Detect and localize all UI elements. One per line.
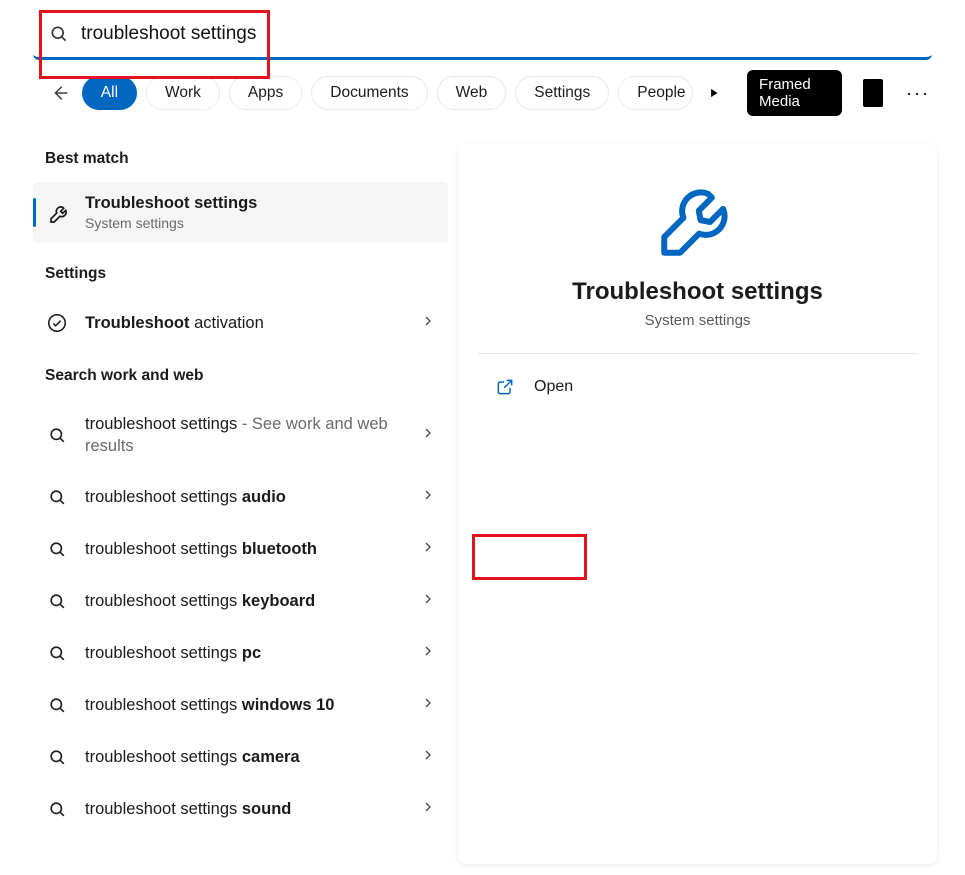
chevron-right-icon bbox=[420, 643, 436, 664]
search-bar[interactable] bbox=[33, 10, 932, 60]
web-result-item[interactable]: troubleshoot settings windows 10 bbox=[33, 680, 448, 732]
web-result-item[interactable]: troubleshoot settings bluetooth bbox=[33, 524, 448, 576]
search-icon bbox=[45, 642, 69, 666]
filter-tabs: All Work Apps Documents Web Settings Peo… bbox=[0, 60, 965, 124]
best-match-title: Troubleshoot settings bbox=[85, 194, 257, 213]
web-result-item[interactable]: troubleshoot settings camera bbox=[33, 732, 448, 784]
back-button[interactable] bbox=[48, 76, 73, 110]
web-result-item[interactable]: troubleshoot settings audio bbox=[33, 472, 448, 524]
wrench-icon bbox=[47, 200, 73, 226]
search-work-web-header: Search work and web bbox=[33, 349, 448, 399]
content-area: Best match Troubleshoot settings System … bbox=[0, 124, 965, 864]
best-match-item[interactable]: Troubleshoot settings System settings bbox=[33, 182, 448, 243]
best-match-header: Best match bbox=[33, 144, 448, 182]
chevron-right-icon bbox=[420, 539, 436, 560]
web-result-label: troubleshoot settings camera bbox=[85, 746, 420, 768]
web-result-label: troubleshoot settings sound bbox=[85, 798, 420, 820]
search-icon bbox=[45, 423, 69, 447]
web-result-label: troubleshoot settings pc bbox=[85, 642, 420, 664]
web-result-item[interactable]: troubleshoot settings sound bbox=[33, 784, 448, 836]
more-options-button[interactable]: ··· bbox=[906, 83, 930, 104]
open-label: Open bbox=[534, 378, 573, 396]
search-icon bbox=[45, 590, 69, 614]
divider bbox=[478, 353, 917, 354]
web-result-label: troubleshoot settings keyboard bbox=[85, 590, 420, 612]
tab-work[interactable]: Work bbox=[146, 76, 220, 110]
search-icon bbox=[45, 694, 69, 718]
settings-item-label: Troubleshoot activation bbox=[85, 312, 420, 334]
checkmark-circle-icon bbox=[45, 311, 69, 335]
chevron-right-icon bbox=[420, 425, 436, 446]
web-result-item[interactable]: troubleshoot settings keyboard bbox=[33, 576, 448, 628]
tab-all[interactable]: All bbox=[82, 76, 137, 110]
chevron-right-icon bbox=[420, 799, 436, 820]
chevron-right-icon bbox=[420, 313, 436, 334]
best-match-subtitle: System settings bbox=[85, 215, 257, 231]
web-result-label: troubleshoot settings windows 10 bbox=[85, 694, 420, 716]
best-match-text: Troubleshoot settings System settings bbox=[85, 194, 257, 231]
preview-panel: Troubleshoot settings System settings Op… bbox=[458, 144, 937, 864]
tab-settings[interactable]: Settings bbox=[515, 76, 609, 110]
chevron-right-icon bbox=[420, 747, 436, 768]
chevron-right-icon bbox=[420, 591, 436, 612]
web-result-label: troubleshoot settings bluetooth bbox=[85, 538, 420, 560]
wrench-icon-large bbox=[478, 174, 917, 264]
selection-accent bbox=[33, 198, 36, 227]
framed-media-button[interactable]: Framed Media bbox=[747, 70, 842, 116]
web-result-label: troubleshoot settings - See work and web… bbox=[85, 413, 420, 458]
chevron-right-icon bbox=[420, 695, 436, 716]
settings-item-troubleshoot-activation[interactable]: Troubleshoot activation bbox=[33, 297, 448, 349]
search-icon bbox=[45, 538, 69, 562]
tab-people[interactable]: People bbox=[618, 76, 692, 110]
search-icon bbox=[45, 486, 69, 510]
open-external-icon bbox=[494, 376, 516, 398]
results-column: Best match Troubleshoot settings System … bbox=[33, 144, 448, 864]
search-icon bbox=[49, 24, 69, 44]
web-result-item[interactable]: troubleshoot settings - See work and web… bbox=[33, 399, 448, 472]
search-icon bbox=[45, 746, 69, 770]
tabs-scroll-right[interactable] bbox=[706, 81, 724, 105]
web-result-item[interactable]: troubleshoot settings pc bbox=[33, 628, 448, 680]
web-result-label: troubleshoot settings audio bbox=[85, 486, 420, 508]
search-icon bbox=[45, 798, 69, 822]
tab-documents[interactable]: Documents bbox=[311, 76, 427, 110]
tab-apps[interactable]: Apps bbox=[229, 76, 302, 110]
settings-header: Settings bbox=[33, 247, 448, 297]
preview-subtitle: System settings bbox=[478, 312, 917, 329]
app-color-block[interactable] bbox=[863, 79, 883, 107]
open-button[interactable]: Open bbox=[478, 364, 917, 410]
chevron-right-icon bbox=[420, 487, 436, 508]
search-input[interactable] bbox=[81, 23, 916, 45]
tab-web[interactable]: Web bbox=[437, 76, 507, 110]
preview-title: Troubleshoot settings bbox=[478, 278, 917, 306]
